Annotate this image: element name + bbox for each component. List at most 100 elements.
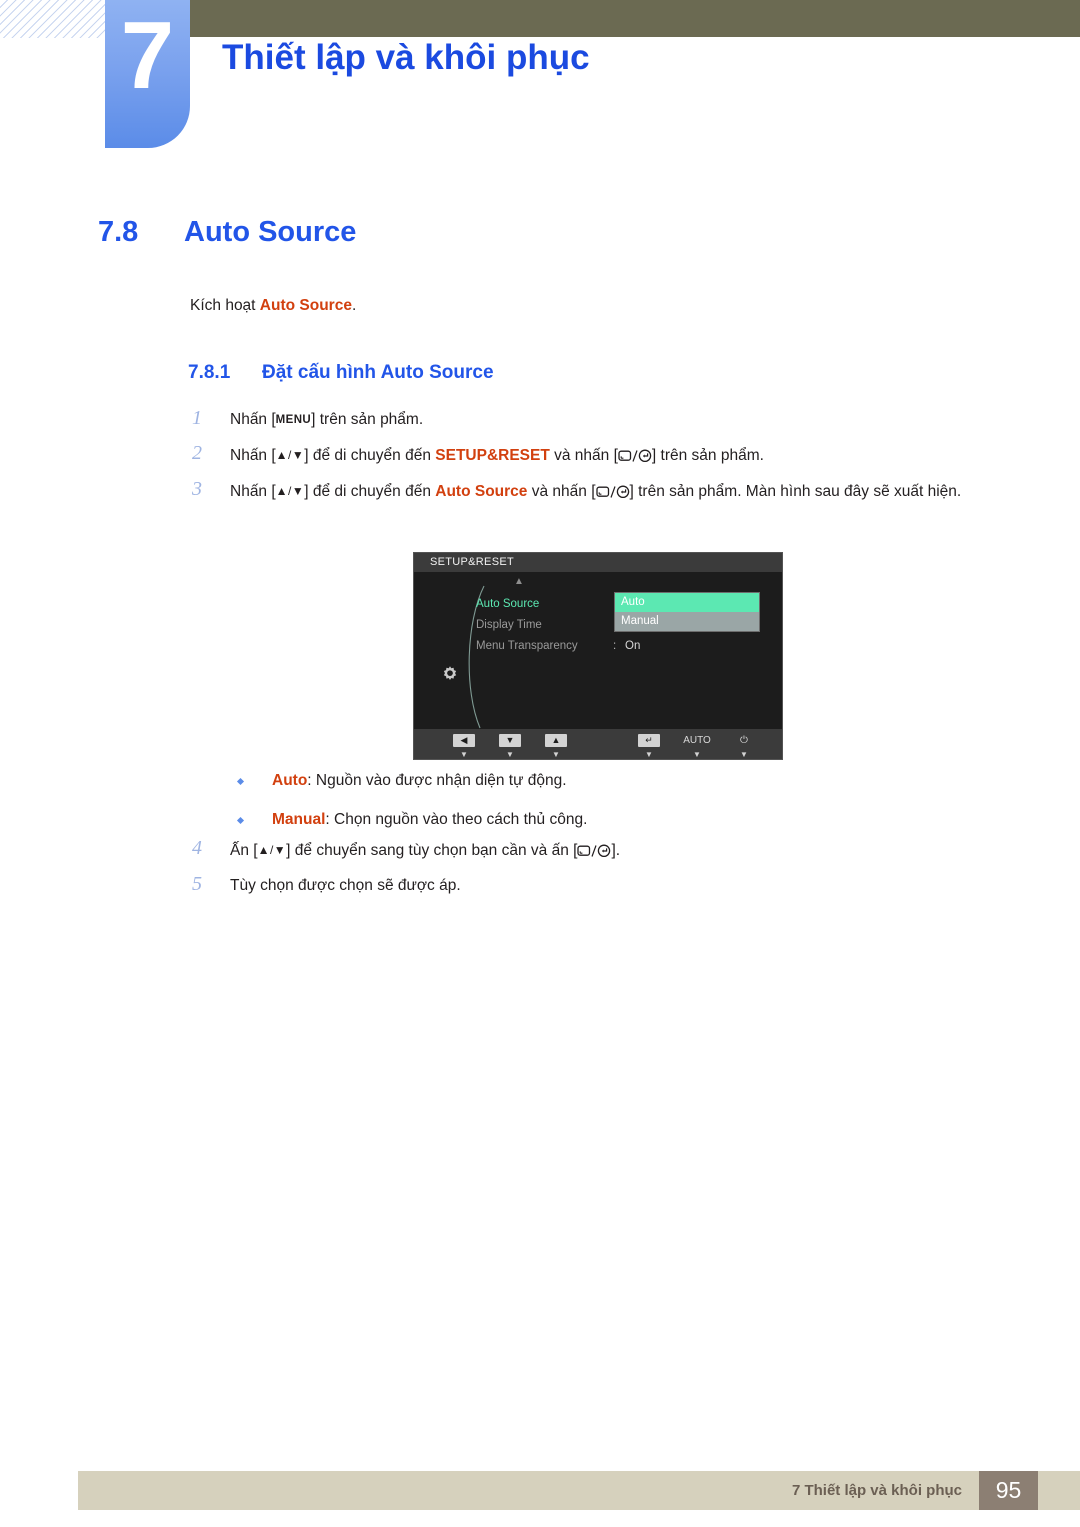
osd-button-marker: ▼ — [552, 750, 560, 759]
step-text: và nhấn [ — [527, 483, 596, 500]
osd-row-label: Auto Source — [476, 598, 540, 610]
osd-button-marker: ▼ — [506, 750, 514, 759]
osd-button-glyph: ⏻ — [740, 735, 748, 746]
step-text: và nhấn [ — [549, 447, 618, 464]
osd-row-label: Menu Transparency — [476, 640, 578, 652]
osd-footer-button[interactable]: ◀ ▼ — [450, 734, 478, 759]
step-number: 2 — [192, 442, 202, 464]
osd-button-glyph: ▲ — [545, 734, 567, 747]
page-header: 7 Thiết lập và khôi phục — [0, 0, 1080, 160]
osd-row-value: On — [625, 640, 641, 652]
step-number: 4 — [192, 837, 202, 859]
osd-footer-button[interactable]: ▲ ▼ — [542, 734, 570, 759]
step-body: Nhấn [▲/▼] để di chuyển đến SETUP&RESET … — [230, 447, 764, 464]
page-footer: 7 Thiết lập và khôi phục 95 — [78, 1471, 1080, 1510]
subsection-heading: 7.8.1 Đặt cấu hình Auto Source — [188, 362, 494, 384]
hatch-decoration — [0, 0, 106, 38]
page-number: 95 — [979, 1471, 1038, 1510]
chapter-title: Thiết lập và khôi phục — [222, 38, 590, 77]
step-item: 1 Nhấn [MENU] trên sản phẩm. — [190, 407, 1000, 432]
chapter-tab: 7 — [105, 0, 190, 148]
steps-list-bottom: 4 Ấn [▲/▼] để chuyển sang tùy chọn bạn cầ… — [190, 837, 1000, 909]
osd-button-glyph: ↵ — [638, 734, 660, 747]
osd-dropdown-option[interactable]: Manual — [615, 612, 759, 631]
step-body: Nhấn [MENU] trên sản phẩm. — [230, 411, 423, 428]
subsection-number: 7.8.1 — [188, 362, 231, 383]
subsection-title: Đặt cấu hình Auto Source — [262, 362, 494, 383]
osd-footer-button[interactable]: AUTO ▼ — [683, 734, 711, 759]
bullet-item: Manual: Chọn nguồn vào theo cách thủ côn… — [234, 809, 994, 831]
bullet-item: Auto: Nguồn vào được nhận diện tự động. — [234, 770, 994, 792]
osd-button-marker: ▼ — [460, 750, 468, 759]
steps-list-top: 1 Nhấn [MENU] trên sản phẩm. 2 Nhấn [▲/▼] đ… — [190, 407, 1000, 515]
section-number: 7.8 — [98, 216, 139, 248]
bullet-text: : Chọn nguồn vào theo cách thủ công. — [325, 811, 588, 828]
step-text: Nhấn [ — [230, 483, 276, 500]
step-item: 2 Nhấn [▲/▼] để di chuyển đến SETUP&RESET… — [190, 442, 1000, 468]
step-body: Tùy chọn được chọn sẽ được áp. — [230, 877, 461, 894]
osd-scroll-up-indicator: ▲ — [514, 576, 524, 587]
osd-row-label: Display Time — [476, 619, 542, 631]
osd-footer-buttons: ◀ ▼ ▼ ▼ ▲ ▼ ↵ ▼ AUTO ▼ ⏻ ▼ — [414, 729, 782, 759]
intro-prefix: Kích hoạt — [190, 297, 260, 314]
osd-dropdown-option[interactable]: Auto — [615, 593, 759, 612]
section-intro: Kích hoạt Auto Source. — [190, 297, 356, 315]
step-number: 1 — [192, 407, 202, 429]
osd-button-marker: ▼ — [693, 750, 701, 759]
bullet-text: : Nguồn vào được nhận diện tự động. — [307, 772, 567, 789]
source-enter-key-icon — [618, 449, 652, 463]
osd-footer-button[interactable]: ▼ ▼ — [496, 734, 524, 759]
updown-key-icon: ▲/▼ — [275, 448, 305, 462]
osd-button-marker: ▼ — [645, 750, 653, 759]
osd-footer-button[interactable]: ⏻ ▼ — [730, 734, 758, 759]
osd-row-colon: : — [613, 640, 617, 652]
step-text: ] để di chuyển đến — [304, 483, 436, 500]
updown-key-icon: ▲/▼ — [275, 484, 305, 498]
step-text: ] trên sản phẩm. Màn hình sau đây sẽ xuấ… — [629, 483, 962, 500]
section-title: Auto Source — [184, 216, 357, 248]
step-number: 3 — [192, 478, 202, 500]
step-text: Ấn [ — [230, 842, 258, 859]
step-text: ]. — [611, 842, 621, 859]
osd-title-bar: SETUP&RESET — [414, 553, 782, 572]
source-enter-key-icon — [595, 485, 629, 499]
osd-body: ▲ Auto Source:Display Time:Menu Transpar… — [414, 572, 782, 742]
footer-chapter-label: 7 Thiết lập và khôi phục — [791, 1482, 962, 1499]
bullet-marker-icon — [236, 777, 245, 786]
source-enter-key-icon — [577, 844, 611, 858]
osd-button-glyph: ◀ — [453, 734, 475, 747]
updown-key-icon: ▲/▼ — [257, 843, 287, 857]
step-text: ] để di chuyển đến — [304, 447, 436, 464]
step-number: 5 — [192, 873, 202, 895]
step-item: 3 Nhấn [▲/▼] để di chuyển đến Auto Source… — [190, 478, 1000, 504]
step-item: 4 Ấn [▲/▼] để chuyển sang tùy chọn bạn cầ… — [190, 837, 1000, 863]
osd-button-marker: ▼ — [740, 750, 748, 759]
step-text: Nhấn [ — [230, 411, 276, 428]
intro-highlight: Auto Source — [259, 297, 352, 314]
chapter-number: 7 — [120, 2, 175, 109]
inline-highlight: SETUP&RESET — [435, 447, 550, 464]
inline-highlight: Auto Source — [435, 483, 528, 500]
osd-screenshot: SETUP&RESET ▲ Auto Source:Display Time:M… — [413, 552, 783, 760]
step-text: Nhấn [ — [230, 447, 276, 464]
osd-button-glyph: ▼ — [499, 734, 521, 747]
menu-key-label: MENU — [275, 414, 312, 426]
osd-menu-row[interactable]: Menu Transparency: On — [476, 636, 640, 657]
step-text: ] trên sản phẩm. — [311, 411, 424, 428]
osd-button-glyph: AUTO — [683, 735, 711, 746]
step-item: 5 Tùy chọn được chọn sẽ được áp. — [190, 873, 1000, 898]
step-text: Tùy chọn được chọn sẽ được áp. — [230, 877, 461, 894]
section-heading: 7.8 Auto Source — [98, 216, 356, 249]
intro-suffix: . — [351, 297, 357, 314]
step-body: Nhấn [▲/▼] để di chuyển đến Auto Source … — [230, 483, 961, 500]
step-text: ] để chuyển sang tùy chọn bạn cần và ấn … — [286, 842, 578, 859]
options-bullet-list: Auto: Nguồn vào được nhận diện tự động. M… — [234, 770, 994, 848]
olive-header-bar — [190, 0, 1080, 37]
osd-footer-button[interactable]: ↵ ▼ — [635, 734, 663, 759]
bullet-label: Auto — [272, 772, 308, 789]
step-text: ] trên sản phẩm. — [651, 447, 764, 464]
step-body: Ấn [▲/▼] để chuyển sang tùy chọn bạn cần… — [230, 842, 620, 859]
bullet-marker-icon — [236, 816, 245, 825]
bullet-label: Manual — [272, 811, 326, 828]
osd-dropdown[interactable]: Auto Manual — [614, 592, 760, 632]
